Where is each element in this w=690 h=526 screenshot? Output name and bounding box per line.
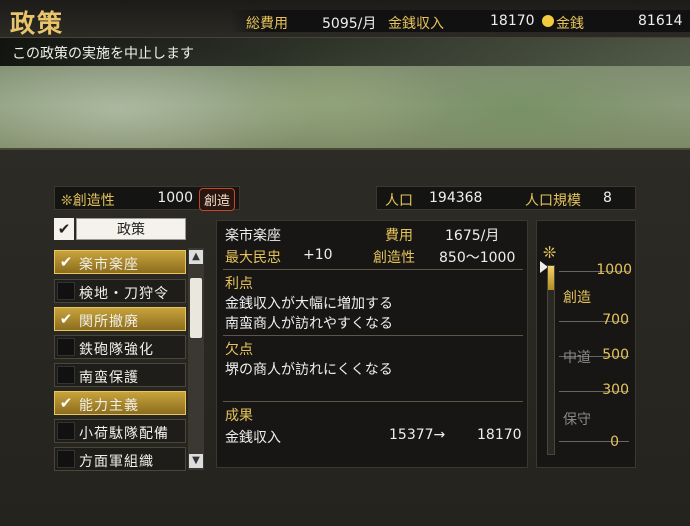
- total-cost-label: 総費用: [246, 16, 288, 32]
- detail-req-label: 創造性: [373, 250, 415, 266]
- policy-label: 検地・刀狩令: [79, 286, 169, 302]
- detail-cost-label: 費用: [385, 228, 413, 244]
- tick-700: 700: [602, 312, 629, 328]
- result-title: 成果: [225, 408, 253, 424]
- merit-line: 南蛮商人が訪れやすくなる: [225, 316, 393, 332]
- creativity-value: 1000: [157, 190, 193, 206]
- policy-label: 鉄砲隊強化: [79, 342, 154, 358]
- zone-creative: 創造: [563, 290, 591, 306]
- check-icon: ✔: [59, 310, 73, 328]
- policy-item-rakuichi[interactable]: ✔ 楽市楽座: [54, 250, 186, 274]
- policy-label: 関所撤廃: [79, 314, 139, 330]
- policy-item-nanban[interactable]: 南蛮保護: [54, 363, 186, 387]
- population-box: 人口 194368 人口規模 8: [376, 186, 636, 210]
- result-to: 18170: [477, 427, 522, 443]
- population-value: 194368: [429, 190, 483, 206]
- page-title: 政策: [10, 9, 65, 38]
- check-icon: ✔: [59, 394, 73, 412]
- policy-item-noryoku[interactable]: ✔ 能力主義: [54, 391, 186, 415]
- select-all-checkbox[interactable]: ✔: [54, 218, 74, 240]
- income-value: 18170: [490, 13, 535, 29]
- population-scale-label: 人口規模: [525, 193, 581, 209]
- creativity-badge: 創造: [199, 188, 236, 211]
- result-from: 15377→: [389, 427, 446, 443]
- result-label: 金銭収入: [225, 430, 281, 446]
- money-label: 金銭: [556, 16, 584, 32]
- policy-label: 楽市楽座: [79, 257, 139, 273]
- tick-500: 500: [602, 347, 629, 363]
- policy-item-konida[interactable]: 小荷駄隊配備: [54, 419, 186, 443]
- policy-item-teppo[interactable]: 鉄砲隊強化: [54, 335, 186, 359]
- divider: [223, 335, 523, 336]
- creativity-box: ❊創造性 1000 創造: [54, 186, 240, 211]
- demerit-line: 堺の商人が訪れにくくなる: [225, 362, 393, 378]
- creativity-icon: ❊: [543, 243, 557, 262]
- resource-stats: 総費用 5095/月 金銭収入 18170 金銭 81614: [230, 10, 690, 32]
- checkbox-empty-icon: [57, 450, 75, 468]
- gauge-track: [547, 265, 555, 455]
- help-text: この政策の実施を中止します: [0, 38, 690, 66]
- list-scrollbar[interactable]: ▲ ▼: [188, 248, 204, 470]
- policy-label: 南蛮保護: [79, 370, 139, 386]
- demerit-title: 欠点: [225, 342, 253, 358]
- tab-policy[interactable]: 政策: [76, 218, 186, 240]
- checkbox-empty-icon: [57, 422, 75, 440]
- population-label: 人口: [385, 193, 413, 209]
- detail-max-label: 最大民忠: [225, 250, 281, 266]
- zone-middle: 中道: [563, 350, 591, 366]
- scroll-thumb[interactable]: [190, 278, 202, 338]
- policy-label: 能力主義: [79, 398, 139, 414]
- policy-item-homengun[interactable]: 方面軍組織: [54, 447, 186, 471]
- policy-item-kenchi[interactable]: 検地・刀狩令: [54, 279, 186, 303]
- coin-icon: [542, 15, 554, 27]
- checkbox-empty-icon: [57, 366, 75, 384]
- money-value: 81614: [638, 13, 683, 29]
- divider: [223, 269, 523, 270]
- population-scale-value: 8: [603, 190, 612, 206]
- zone-conservative: 保守: [563, 412, 591, 428]
- policy-item-sekisho[interactable]: ✔ 関所撤廃: [54, 307, 186, 331]
- checkbox-empty-icon: [57, 282, 75, 300]
- policy-detail: 楽市楽座 費用 1675/月 最大民忠 +10 創造性 850～1000 利点 …: [216, 220, 528, 468]
- policy-gauge: ❊ 1000 700 500 300 0 創造 中道 保守: [536, 220, 636, 468]
- total-cost-value: 5095/月: [322, 16, 377, 32]
- tick-300: 300: [602, 382, 629, 398]
- policy-label: 小荷駄隊配備: [79, 426, 169, 442]
- detail-cost-value: 1675/月: [445, 228, 500, 244]
- scroll-up-icon[interactable]: ▲: [189, 250, 203, 264]
- tick-1000: 1000: [596, 262, 632, 278]
- top-bar: 政策 総費用 5095/月 金銭収入 18170 金銭 81614: [0, 0, 690, 38]
- divider: [223, 401, 523, 402]
- check-icon: ✔: [59, 253, 73, 271]
- merit-title: 利点: [225, 276, 253, 292]
- detail-max-value: +10: [303, 247, 333, 263]
- merit-line: 金銭収入が大幅に増加する: [225, 296, 393, 312]
- detail-name: 楽市楽座: [225, 228, 281, 244]
- income-label: 金銭収入: [388, 16, 444, 32]
- scroll-down-icon[interactable]: ▼: [189, 454, 203, 468]
- policy-label: 方面軍組織: [79, 454, 154, 470]
- tick-0: 0: [610, 434, 619, 450]
- gauge-fill: [548, 266, 554, 290]
- detail-req-value: 850～1000: [439, 250, 516, 266]
- creativity-label: ❊創造性: [61, 193, 115, 209]
- checkbox-empty-icon: [57, 338, 75, 356]
